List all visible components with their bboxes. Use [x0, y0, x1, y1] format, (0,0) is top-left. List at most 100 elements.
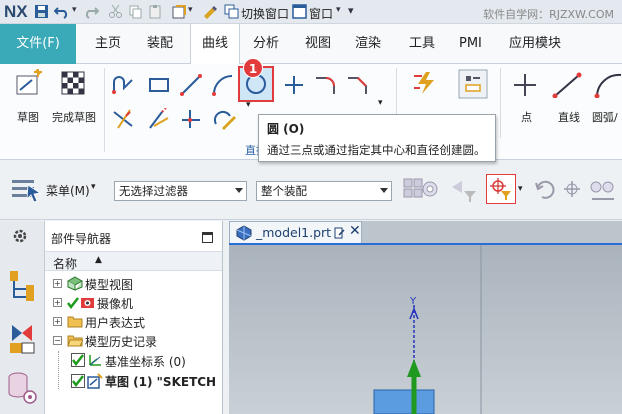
save-icon[interactable] [34, 4, 49, 19]
expand-icon[interactable]: + [53, 298, 62, 307]
selection-scope-select[interactable]: 整个装配 [256, 181, 392, 201]
make-corner-icon[interactable] [180, 108, 202, 130]
quick-trim-icon[interactable] [112, 108, 134, 130]
window-icon[interactable] [292, 4, 307, 19]
navigator-title: 部件导航器 [51, 232, 112, 246]
maximize-icon[interactable] [202, 232, 213, 243]
tab-file[interactable]: 文件(F) [0, 24, 76, 64]
tab-tools[interactable]: 工具 [400, 24, 444, 64]
cut-icon[interactable] [108, 4, 123, 19]
constraint-navigator-icon[interactable] [6, 321, 38, 355]
tree-item-datum-csys[interactable]: 基准坐标系 (0) [45, 351, 222, 389]
z-axis-arrow [407, 359, 421, 377]
layer-filter-icon[interactable] [450, 177, 480, 203]
sort-ascending-icon[interactable]: ▲ [95, 255, 102, 265]
menu-icon[interactable] [10, 177, 42, 203]
csys-snap-icon[interactable] [560, 177, 584, 203]
close-tab-icon[interactable]: ✕ [349, 223, 361, 239]
tree-item-camera[interactable]: + 摄像机 [45, 293, 222, 312]
line-button[interactable]: 直线 [558, 109, 580, 125]
repeat-command-icon[interactable] [172, 4, 187, 19]
point-button[interactable]: 点 [521, 109, 532, 125]
tree-item-sketch[interactable]: 草图 (1) "SKETCH [45, 371, 222, 390]
fillet-icon[interactable] [314, 74, 336, 96]
rotate-view-icon[interactable] [534, 177, 558, 203]
arc-circle-icon[interactable] [594, 72, 622, 98]
menu-dropdown-icon[interactable]: ▾ [91, 182, 96, 192]
gear-icon[interactable] [11, 227, 29, 245]
checkbox-checked-icon[interactable] [71, 353, 85, 367]
tree-item-model-history[interactable]: − 模型历史记录 [45, 331, 222, 350]
tab-render[interactable]: 渲染 [346, 24, 390, 64]
constraint-dropdown-icon[interactable]: ▾ [246, 100, 251, 110]
assembly-navigator-icon[interactable] [6, 269, 38, 303]
switch-window-icon[interactable] [224, 4, 239, 19]
menu-button[interactable]: 菜单(M) [46, 182, 90, 199]
folder-open-icon [67, 335, 83, 347]
title-bar: NX ▾ ▾ 切换窗口 窗口 ▾ ▾ 软件自学网：RJZXW.COM [0, 0, 622, 24]
arc-icon[interactable] [212, 74, 234, 96]
point-tool-icon[interactable] [283, 74, 305, 96]
sketch-constraint-icon[interactable] [214, 108, 236, 130]
finish-sketch-button[interactable]: 完成草图 [52, 109, 96, 125]
arc-circle-button[interactable]: 圆弧/ [592, 109, 618, 125]
tab-assembly[interactable]: 装配 [138, 24, 182, 64]
window-menu-button[interactable]: 窗口 [309, 5, 333, 22]
undo-dropdown-icon[interactable]: ▾ [72, 5, 77, 21]
3d-viewport[interactable]: Y [229, 243, 622, 414]
inference-icon[interactable] [588, 177, 618, 203]
line-tool-icon[interactable] [180, 74, 202, 96]
repeat-dropdown-icon[interactable]: ▾ [188, 5, 193, 21]
feature-filter-icon[interactable] [420, 177, 440, 203]
undo-icon[interactable] [54, 4, 69, 19]
document-tab[interactable]: _model1.prt ✕ [229, 221, 362, 243]
copy-icon[interactable] [128, 4, 143, 19]
snap-dropdown-icon[interactable]: ▾ [518, 184, 523, 194]
line-icon[interactable] [552, 72, 582, 98]
chamfer-icon[interactable] [346, 74, 368, 96]
collapse-icon[interactable]: − [53, 336, 62, 345]
column-name-header[interactable]: 名称 [53, 255, 77, 272]
tree-item-model-views[interactable]: + 模型视图 [45, 274, 222, 293]
sketch-settings-icon[interactable] [458, 69, 488, 99]
paste-icon[interactable] [148, 4, 163, 19]
more-curve-tools-icon[interactable]: ▾ [378, 98, 383, 108]
tab-home[interactable]: 主页 [86, 24, 130, 64]
tab-pmi[interactable]: PMI [450, 24, 491, 64]
part-navigator: 部件导航器 名称 ▲ + 模型视图 + 摄像机 + 用户表达式 − 模型历史记录… [45, 221, 223, 414]
switch-window-button[interactable]: 切换窗口 [241, 5, 289, 22]
tree-item-label: 用户表达式 [85, 316, 146, 330]
checkbox-checked-icon[interactable] [71, 374, 85, 388]
checkmark-icon[interactable] [67, 296, 79, 309]
snap-point-button[interactable] [486, 174, 516, 204]
tree-item-label: 基准坐标系 (0) [105, 355, 186, 369]
customize-quick-access-icon[interactable]: ▾ [348, 4, 354, 20]
point-icon[interactable] [512, 72, 538, 98]
quick-extend-icon[interactable] [148, 108, 170, 130]
circle-tooltip: 圆 (O) 通过三点或通过指定其中心和直径创建圆。 [258, 114, 496, 162]
step-badge: 1 [243, 58, 263, 78]
finish-sketch-icon[interactable] [58, 68, 88, 98]
viewport-scene: Y [373, 245, 482, 414]
expand-icon[interactable]: + [53, 317, 62, 326]
graphics-window: _model1.prt ✕ Y [229, 221, 622, 414]
tab-curve[interactable]: 曲线 [190, 24, 240, 65]
y-axis-label: Y [409, 296, 417, 307]
document-modified-icon[interactable] [334, 227, 345, 239]
selection-filter-select[interactable]: 无选择过滤器 [114, 181, 247, 201]
tab-application[interactable]: 应用模块 [500, 24, 570, 64]
sketch-icon[interactable] [14, 68, 44, 98]
expand-icon[interactable]: + [53, 279, 62, 288]
rectangle-icon[interactable] [148, 74, 170, 96]
datum-csys-icon [89, 355, 101, 366]
tab-view[interactable]: 视图 [296, 24, 340, 64]
tree-item-label: 摄像机 [97, 297, 134, 311]
redo-icon[interactable] [84, 4, 99, 19]
window-dropdown-icon[interactable]: ▾ [336, 5, 341, 21]
touch-mode-icon[interactable] [202, 4, 217, 19]
part-navigator-icon[interactable] [6, 371, 38, 407]
tree-item-user-expressions[interactable]: + 用户表达式 [45, 312, 222, 331]
sketch-button[interactable]: 草图 [17, 109, 39, 125]
associative-curve-icon[interactable] [412, 70, 440, 96]
profile-icon[interactable] [112, 74, 134, 96]
